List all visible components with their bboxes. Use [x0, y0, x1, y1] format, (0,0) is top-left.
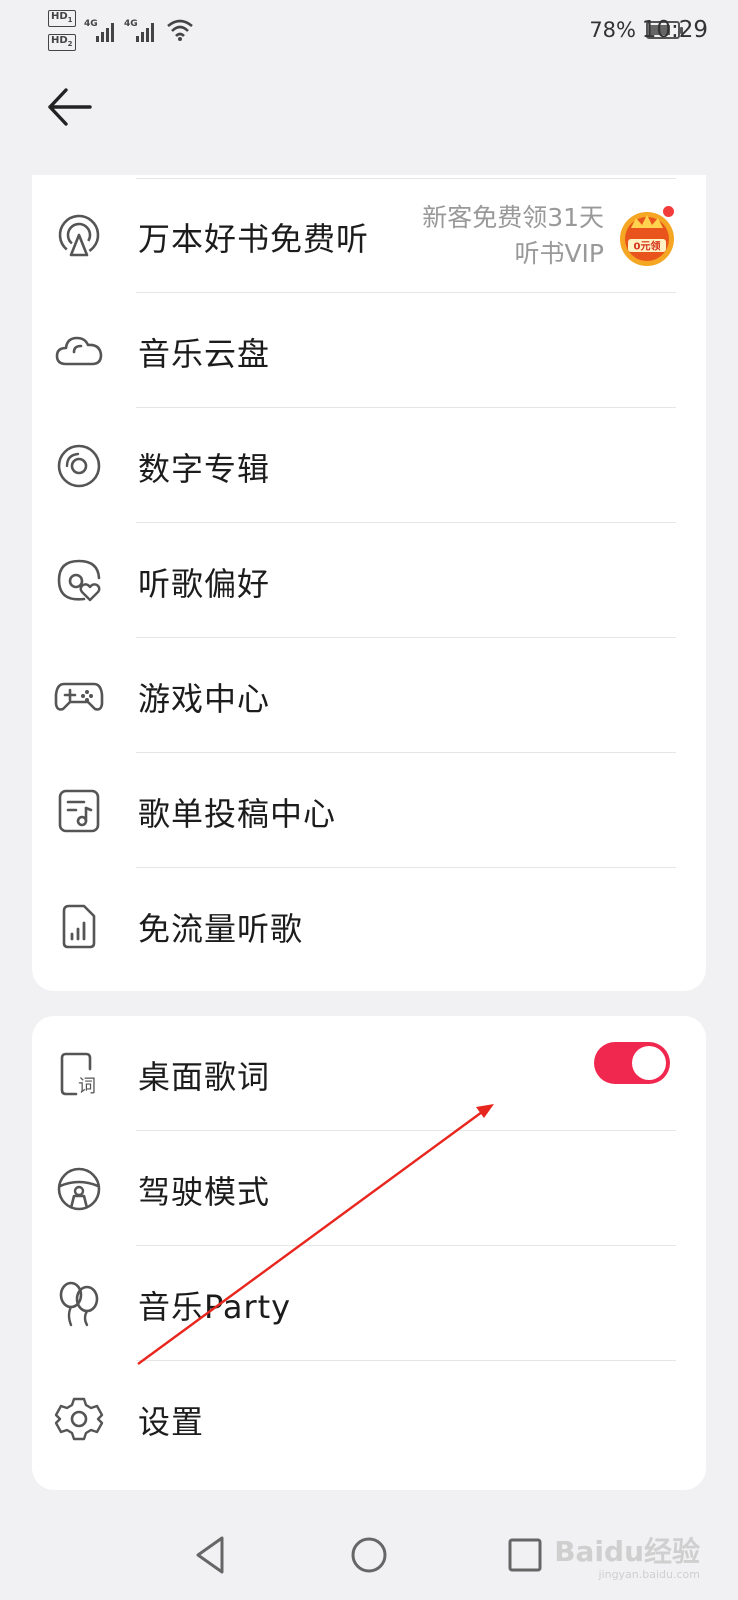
- audiobook-icon: [58, 214, 100, 257]
- toggle-knob: [632, 1046, 666, 1080]
- watermark-brand: Baidu经验: [554, 1535, 700, 1568]
- list-item-label: 歌单投稿中心: [138, 795, 337, 833]
- list-item-music-party[interactable]: 音乐Party: [32, 1246, 706, 1361]
- list-item-free-data[interactable]: 免流量听歌: [32, 868, 706, 983]
- sim2-hd-badge: HD2: [48, 34, 76, 51]
- sim-data-icon: [62, 904, 96, 949]
- promo-line-2: 听书VIP: [514, 239, 604, 268]
- arrow-left-icon: [48, 88, 92, 126]
- notification-dot: [661, 204, 676, 219]
- promo-line-1: 新客免费领31天: [422, 203, 604, 232]
- list-item-desktop-lyrics[interactable]: 词 桌面歌词: [32, 1016, 706, 1131]
- gamepad-icon: [54, 682, 104, 711]
- battery-percent: 78%: [589, 18, 636, 42]
- nav-back-icon[interactable]: [186, 1530, 236, 1580]
- baidu-watermark: Baidu经验 jingyan.baidu.com: [554, 1530, 700, 1581]
- desktop-lyrics-toggle[interactable]: [594, 1042, 670, 1084]
- list-item-digital-album[interactable]: 数字专辑: [32, 408, 706, 523]
- disc-icon: [57, 444, 101, 488]
- list-item-label: 万本好书免费听: [138, 220, 370, 258]
- list-item-label: 桌面歌词: [138, 1058, 271, 1096]
- nav-recents-icon[interactable]: [500, 1530, 550, 1580]
- list-item-label: 音乐云盘: [138, 335, 271, 373]
- list-item-driving-mode[interactable]: 驾驶模式: [32, 1131, 706, 1246]
- status-bar: HD1 HD2 4G 4G 78% 10:29: [0, 0, 738, 62]
- playlist-submit-icon: [58, 789, 100, 833]
- sim1-hd-badge: HD1: [48, 10, 76, 27]
- balloons-icon: [59, 1281, 99, 1327]
- list-item-game-center[interactable]: 游戏中心: [32, 638, 706, 753]
- vip-promo-text: 新客免费领31天 听书VIP: [422, 200, 604, 272]
- gear-icon: [54, 1397, 104, 1441]
- clock: 10:29: [641, 17, 708, 43]
- list-item-label: 听歌偏好: [138, 565, 271, 603]
- signal-2-icon: 4G: [124, 19, 154, 42]
- settings-list: 词 桌面歌词 驾驶模式 音乐Party 设置: [32, 1016, 706, 1490]
- back-button[interactable]: [44, 84, 96, 130]
- cloud-icon: [55, 336, 103, 366]
- svg-text:词: 词: [78, 1076, 96, 1097]
- list-item-audiobook[interactable]: 万本好书免费听 新客免费领31天 听书VIP 0元领: [32, 178, 706, 293]
- list-item-playlist-submission[interactable]: 歌单投稿中心: [32, 753, 706, 868]
- list-item-label: 数字专辑: [138, 450, 271, 488]
- svg-text:0元领: 0元领: [634, 240, 661, 253]
- svg-text:4G: 4G: [84, 19, 98, 29]
- list-item-label: 音乐Party: [138, 1288, 292, 1326]
- list-item-settings[interactable]: 设置: [32, 1361, 706, 1476]
- music-preference-icon: [57, 559, 101, 602]
- list-item-cloud-drive[interactable]: 音乐云盘: [32, 293, 706, 408]
- list-item-label: 驾驶模式: [138, 1173, 271, 1211]
- features-list: 万本好书免费听 新客免费领31天 听书VIP 0元领 音乐云盘 数字专辑 听歌偏…: [32, 175, 706, 991]
- signal-1-icon: 4G: [84, 19, 114, 42]
- nav-home-icon[interactable]: [344, 1530, 394, 1580]
- watermark-url: jingyan.baidu.com: [598, 1568, 700, 1581]
- steering-wheel-icon: [57, 1167, 101, 1211]
- desktop-lyrics-icon: 词: [60, 1052, 96, 1097]
- list-item-music-preference[interactable]: 听歌偏好: [32, 523, 706, 638]
- list-item-label: 设置: [138, 1403, 205, 1441]
- wifi-icon: [167, 19, 193, 41]
- svg-text:4G: 4G: [124, 19, 138, 29]
- list-item-label: 免流量听歌: [138, 910, 304, 948]
- list-item-label: 游戏中心: [138, 680, 271, 718]
